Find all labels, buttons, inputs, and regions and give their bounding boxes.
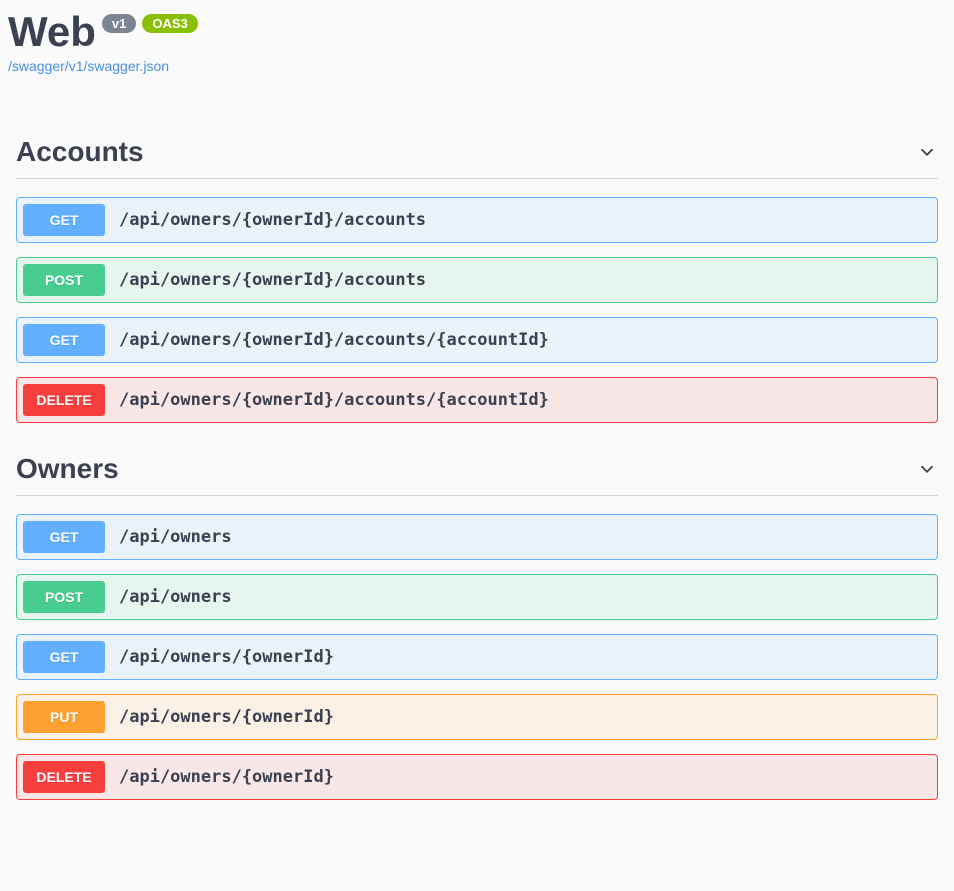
operation-row[interactable]: GET /api/owners/{ownerId} — [16, 634, 938, 680]
chevron-down-icon — [916, 141, 938, 163]
operation-path: /api/owners/{ownerId} — [119, 647, 334, 667]
operation-path: /api/owners/{ownerId}/accounts — [119, 270, 426, 290]
operation-row[interactable]: GET /api/owners/{ownerId}/accounts — [16, 197, 938, 243]
method-badge: GET — [23, 521, 105, 553]
operation-row[interactable]: POST /api/owners/{ownerId}/accounts — [16, 257, 938, 303]
operation-path: /api/owners/{ownerId} — [119, 767, 334, 787]
method-badge: GET — [23, 204, 105, 236]
spec-link[interactable]: /swagger/v1/swagger.json — [8, 58, 169, 74]
api-title: Web — [8, 8, 96, 56]
method-badge: GET — [23, 641, 105, 673]
method-badge: PUT — [23, 701, 105, 733]
version-badge: v1 — [102, 14, 136, 33]
operation-path: /api/owners — [119, 527, 232, 547]
oas-badge: OAS3 — [142, 14, 197, 33]
api-header: Web v1 OAS3 /swagger/v1/swagger.json — [8, 8, 946, 76]
method-badge: POST — [23, 581, 105, 613]
operation-row[interactable]: DELETE /api/owners/{ownerId} — [16, 754, 938, 800]
operation-row[interactable]: PUT /api/owners/{ownerId} — [16, 694, 938, 740]
operation-path: /api/owners/{ownerId}/accounts/{accountI… — [119, 390, 549, 410]
tag-section-accounts: Accounts GET /api/owners/{ownerId}/accou… — [16, 126, 938, 423]
method-badge: GET — [23, 324, 105, 356]
operation-path: /api/owners/{ownerId} — [119, 707, 334, 727]
operation-row[interactable]: GET /api/owners — [16, 514, 938, 560]
tag-title: Accounts — [16, 136, 144, 168]
operation-row[interactable]: DELETE /api/owners/{ownerId}/accounts/{a… — [16, 377, 938, 423]
tag-section-owners: Owners GET /api/owners POST /api/owners … — [16, 443, 938, 800]
method-badge: DELETE — [23, 761, 105, 793]
operation-path: /api/owners/{ownerId}/accounts — [119, 210, 426, 230]
method-badge: POST — [23, 264, 105, 296]
chevron-down-icon — [916, 458, 938, 480]
operation-path: /api/owners/{ownerId}/accounts/{accountI… — [119, 330, 549, 350]
title-row: Web v1 OAS3 — [8, 8, 946, 56]
operation-row[interactable]: POST /api/owners — [16, 574, 938, 620]
tag-title: Owners — [16, 453, 119, 485]
operation-row[interactable]: GET /api/owners/{ownerId}/accounts/{acco… — [16, 317, 938, 363]
operation-path: /api/owners — [119, 587, 232, 607]
method-badge: DELETE — [23, 384, 105, 416]
tag-header-owners[interactable]: Owners — [16, 443, 938, 496]
tag-header-accounts[interactable]: Accounts — [16, 126, 938, 179]
